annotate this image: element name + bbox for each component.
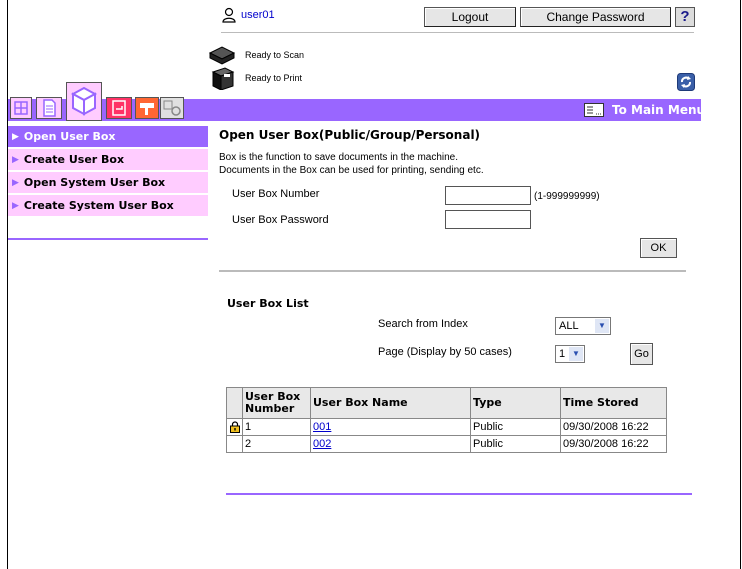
description-line: Documents in the Box can be used for pri… [219,165,484,176]
lock-column-header [226,387,243,419]
to-main-menu-link[interactable]: To Main Menu [584,103,705,117]
triangle-right-icon: ▶ [12,154,19,165]
column-header-type: Type [470,387,561,419]
triangle-right-icon: ▶ [12,200,19,211]
left-frame-border [7,0,8,569]
help-button[interactable]: ? [675,7,695,27]
scan-status-text: Ready to Scan [245,50,305,60]
page-select-label: Page (Display by 50 cases) [378,346,512,358]
index-select-value: ALL [559,320,579,332]
refresh-icon[interactable] [677,73,695,91]
user-icon [222,7,236,23]
sidebar-item-open-user-box[interactable]: ▶ Open User Box [8,126,208,147]
print-status: Ready to Print [207,66,302,90]
page-title: Open User Box(Public/Group/Personal) [219,128,481,142]
tab-job-icon[interactable] [10,97,32,119]
box-number-cell: 2 [242,435,311,453]
scanner-icon [208,46,236,65]
search-from-index-label: Search from Index [378,318,468,330]
scan-status: Ready to Scan [207,43,304,67]
chevron-down-icon: ▼ [569,347,583,361]
tab-box-icon[interactable] [66,82,102,121]
change-password-button[interactable]: Change Password [520,7,671,27]
table-header-row: User Box Number User Box Name Type Time … [226,387,667,419]
ok-button[interactable]: OK [640,238,677,258]
box-time-cell: 09/30/2008 16:22 [560,418,667,436]
tab-store-address-icon[interactable] [135,97,159,119]
sidebar-item-create-system-user-box[interactable]: ▶ Create System User Box [8,195,208,216]
lock-cell [226,435,243,453]
print-status-text: Ready to Print [245,73,303,83]
index-select[interactable]: ALL ▼ [555,317,611,335]
user-area: user01 [221,7,275,23]
column-header-time: Time Stored [560,387,667,419]
page-select[interactable]: 1 ▼ [555,345,585,363]
box-name-link[interactable]: 001 [313,421,331,433]
printer-icon [211,67,235,90]
tab-print-icon[interactable] [106,97,132,119]
sidebar: ▶ Open User Box ▶ Create User Box ▶ Open… [8,126,208,218]
main-menu-icon [584,103,604,117]
box-name-cell: 002 [310,435,471,453]
bottom-divider [226,493,692,495]
box-type-cell: Public [470,435,561,453]
number-range-hint: (1-999999999) [534,191,600,202]
box-type-cell: Public [470,418,561,436]
lock-cell [226,418,243,436]
box-name-link[interactable]: 002 [313,438,331,450]
tab-settings-icon[interactable] [160,97,184,119]
sidebar-divider [8,238,208,240]
sidebar-item-label: Open User Box [23,130,116,143]
box-name-cell: 001 [310,418,471,436]
user-box-password-input[interactable] [445,210,531,229]
header-divider [221,32,694,33]
sidebar-item-label: Open System User Box [23,176,166,189]
user-box-number-input[interactable] [445,186,531,205]
page-select-value: 1 [559,348,566,360]
lock-icon [229,421,240,434]
sidebar-item-open-system-user-box[interactable]: ▶ Open System User Box [8,172,208,193]
box-number-cell: 1 [242,418,311,436]
column-header-name: User Box Name [310,387,471,419]
tab-document-icon[interactable] [36,97,62,119]
right-frame-border [740,0,741,569]
triangle-right-icon: ▶ [12,177,19,188]
go-button[interactable]: Go [630,343,653,365]
sidebar-item-label: Create System User Box [23,199,174,212]
description-line: Box is the function to save documents in… [219,152,459,163]
chevron-down-icon: ▼ [595,319,609,333]
triangle-right-icon: ▶ [12,131,19,142]
sidebar-item-create-user-box[interactable]: ▶ Create User Box [8,149,208,170]
box-time-cell: 09/30/2008 16:22 [560,435,667,453]
user-box-number-label: User Box Number [232,188,320,200]
logout-button[interactable]: Logout [424,7,516,27]
user-box-password-label: User Box Password [232,214,329,226]
table-row: 1 001 Public 09/30/2008 16:22 [226,418,667,436]
user-box-list-title: User Box List [227,297,309,310]
sidebar-item-label: Create User Box [23,153,125,166]
section-divider [219,270,686,272]
user-box-table: User Box Number User Box Name Type Time … [226,387,667,453]
username-link[interactable]: user01 [241,9,275,21]
column-header-number: User Box Number [242,387,311,419]
table-row: 2 002 Public 09/30/2008 16:22 [226,435,667,453]
to-main-menu-label: To Main Menu [612,103,706,117]
page-description: Box is the function to save documents in… [219,151,484,177]
